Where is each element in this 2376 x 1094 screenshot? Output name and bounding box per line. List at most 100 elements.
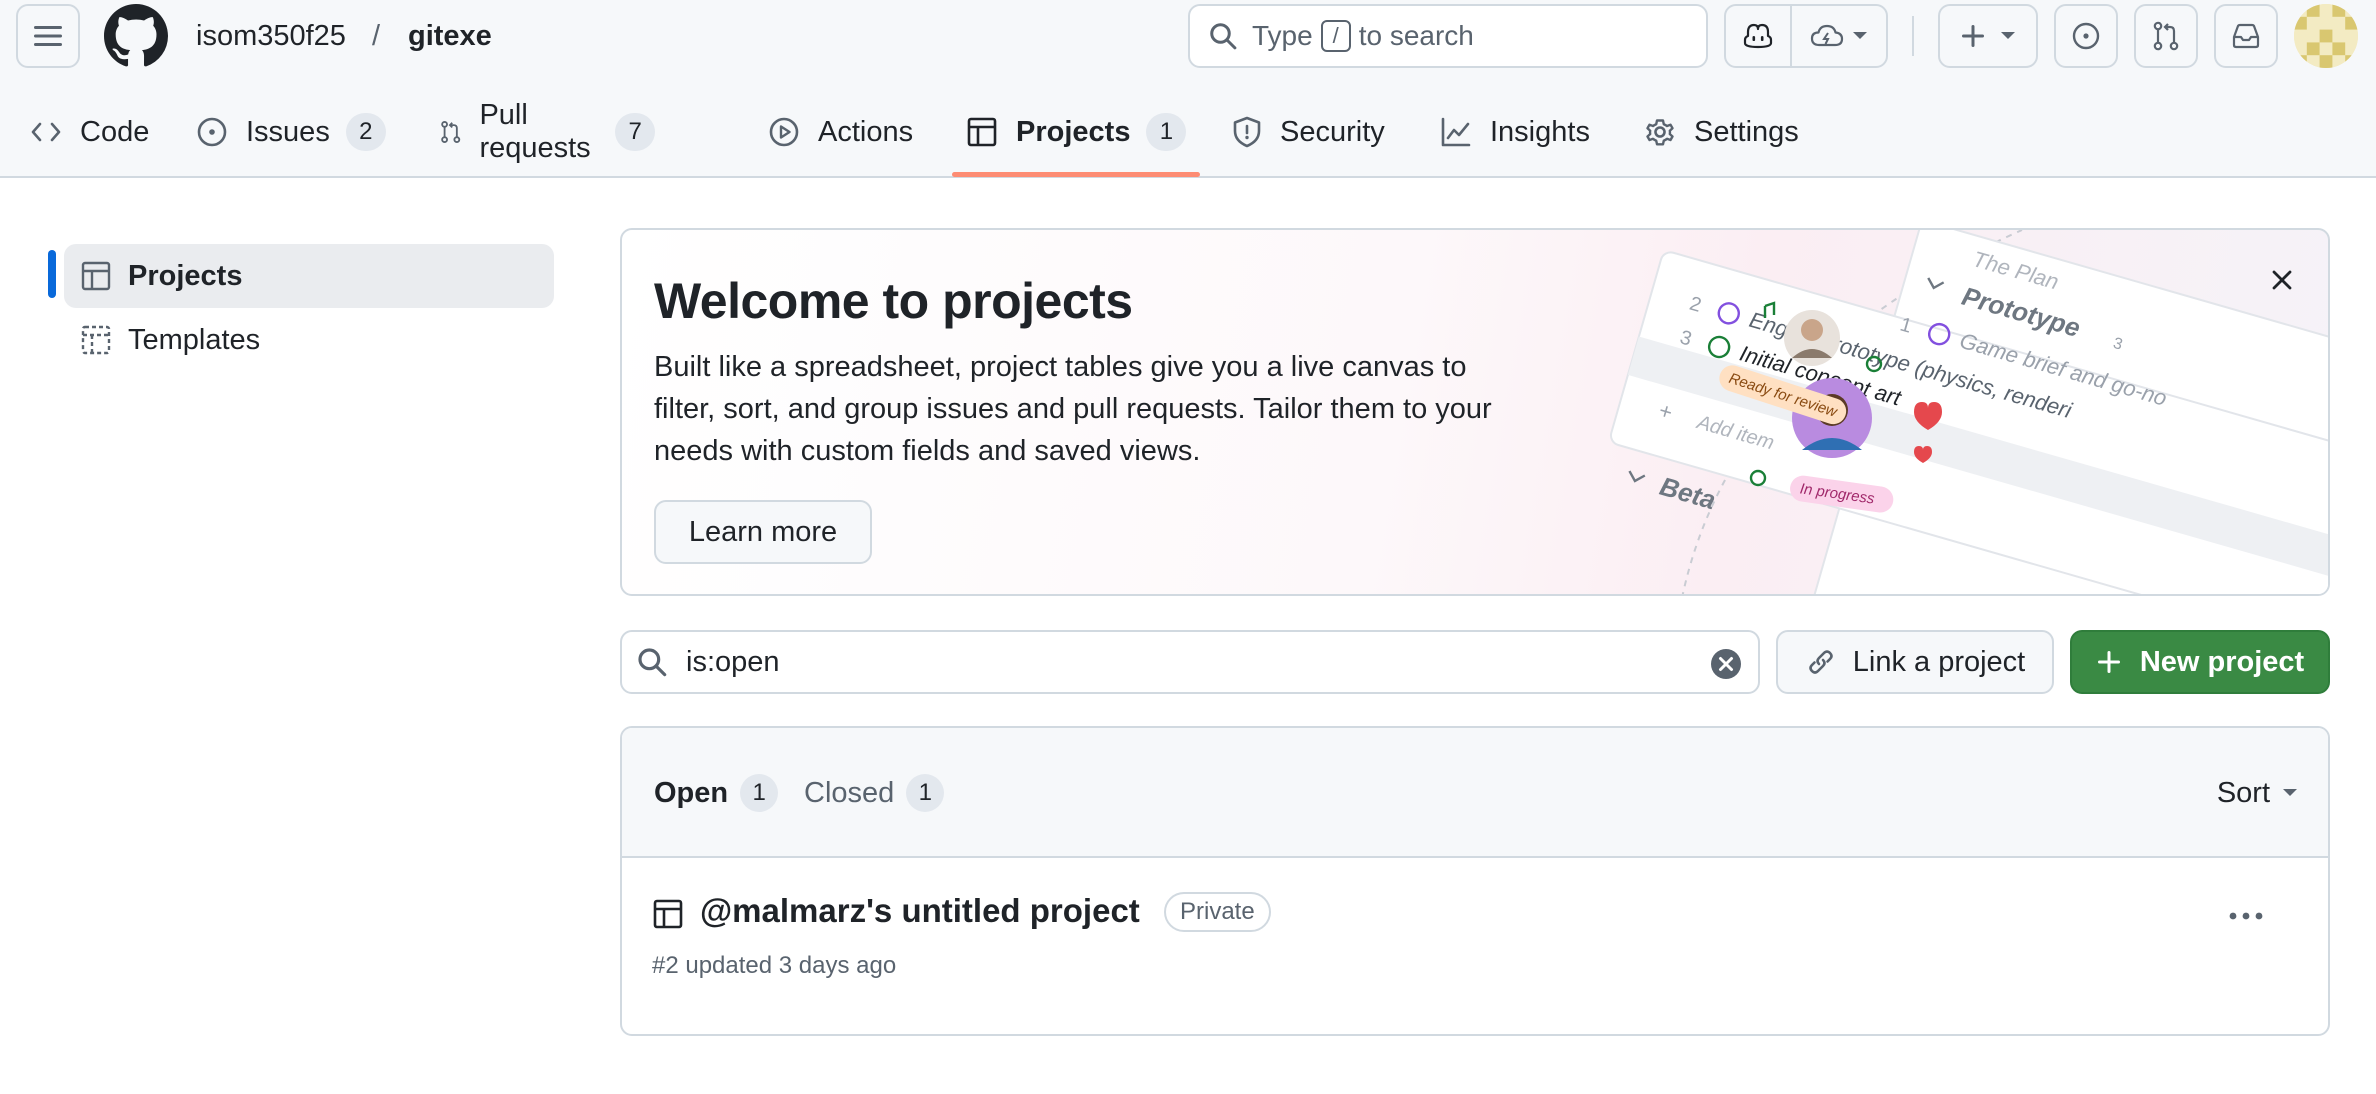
search-icon bbox=[638, 648, 667, 677]
chevron-down-icon bbox=[1853, 32, 1867, 39]
template-icon bbox=[81, 325, 111, 355]
kebab-horizontal-icon bbox=[2229, 912, 2263, 920]
issue-icon bbox=[197, 117, 227, 147]
tab-actions-label: Actions bbox=[818, 115, 914, 148]
dismiss-banner-button[interactable] bbox=[2262, 260, 2302, 300]
closed-count: 1 bbox=[906, 774, 945, 812]
table-icon bbox=[967, 117, 997, 147]
new-project-label: New project bbox=[2139, 645, 2305, 678]
your-issues-button[interactable] bbox=[2054, 4, 2118, 68]
notifications-button[interactable] bbox=[2214, 4, 2278, 68]
new-project-button[interactable]: New project bbox=[2070, 630, 2330, 694]
header-separator bbox=[1912, 16, 1914, 56]
tab-issues[interactable]: Issues 2 bbox=[196, 100, 386, 164]
link-project-label: Link a project bbox=[1852, 645, 2026, 678]
banner-illustration: The Plan Prototype 3 1 Game brief and go… bbox=[1609, 230, 2328, 594]
tab-settings-label: Settings bbox=[1694, 115, 1799, 148]
breadcrumb-separator: / bbox=[372, 20, 381, 52]
projects-list-header: Open 1 Closed 1 Sort bbox=[622, 728, 2328, 858]
hamburger-icon bbox=[34, 26, 62, 46]
sidebar-item-label: Projects bbox=[128, 259, 243, 292]
table-icon bbox=[653, 899, 683, 929]
copilot-button-group bbox=[1724, 4, 1888, 68]
tab-security[interactable]: Security bbox=[1232, 100, 1385, 164]
cloud-agent-icon bbox=[1810, 24, 1844, 47]
close-icon bbox=[2272, 270, 2292, 290]
search-icon bbox=[1210, 23, 1237, 50]
tab-insights-label: Insights bbox=[1490, 115, 1590, 148]
tab-insights[interactable]: Insights bbox=[1440, 100, 1590, 164]
search-prefix: Type bbox=[1252, 20, 1313, 51]
tab-projects[interactable]: Projects 1 bbox=[966, 100, 1187, 164]
inbox-icon bbox=[2232, 23, 2260, 49]
banner-description: Built like a spreadsheet, project tables… bbox=[654, 351, 1492, 467]
project-title-link[interactable]: @malmarz's untitled project bbox=[700, 892, 1140, 930]
play-icon bbox=[769, 117, 799, 147]
search-shortcut-key: / bbox=[1320, 20, 1351, 52]
github-mark-icon bbox=[104, 4, 168, 67]
identicon-avatar bbox=[2294, 4, 2358, 68]
closed-label: Closed bbox=[804, 776, 895, 809]
projects-filter-input[interactable]: is:open bbox=[620, 630, 1760, 694]
tab-code-label: Code bbox=[80, 115, 150, 148]
copilot-button[interactable] bbox=[1726, 6, 1790, 66]
banner-title: Welcome to projects bbox=[654, 273, 1133, 329]
graph-icon bbox=[1441, 117, 1471, 147]
shield-icon bbox=[1233, 116, 1261, 148]
chevron-down-icon bbox=[2283, 789, 2297, 796]
copilot-icon bbox=[1743, 23, 1773, 49]
breadcrumb-owner[interactable]: isom350f25 bbox=[196, 16, 346, 56]
link-project-button[interactable]: Link a project bbox=[1776, 630, 2054, 694]
gear-icon bbox=[1646, 119, 1674, 146]
tab-issues-label: Issues bbox=[246, 115, 330, 148]
top-bar: isom350f25 / gitexe Type / to search bbox=[0, 0, 2376, 72]
learn-more-button[interactable]: Learn more bbox=[654, 500, 872, 564]
tab-code[interactable]: Code bbox=[30, 100, 149, 164]
sort-dropdown[interactable]: Sort bbox=[2217, 772, 2298, 814]
global-search[interactable]: Type / to search bbox=[1188, 4, 1708, 68]
sidebar-item-label: Templates bbox=[128, 323, 261, 356]
chevron-down-icon bbox=[2001, 32, 2015, 39]
code-icon bbox=[31, 122, 61, 142]
tab-security-label: Security bbox=[1280, 115, 1385, 148]
sidebar-item-templates[interactable]: Templates bbox=[64, 308, 554, 372]
tab-pull-requests[interactable]: Pull requests 7 bbox=[440, 99, 656, 164]
filter-query: is:open bbox=[686, 645, 780, 678]
projects-list: Open 1 Closed 1 Sort bbox=[620, 726, 2330, 1036]
clear-filter-icon[interactable] bbox=[1710, 648, 1742, 680]
breadcrumb-repo[interactable]: gitexe bbox=[408, 16, 492, 56]
create-new-button[interactable] bbox=[1938, 4, 2038, 68]
tab-settings[interactable]: Settings bbox=[1644, 100, 1799, 164]
sidebar-item-projects[interactable]: Projects bbox=[64, 244, 554, 308]
link-icon bbox=[1808, 650, 1833, 674]
tab-issues-count: 2 bbox=[345, 113, 386, 151]
repo-header: isom350f25 / gitexe Type / to search Cod… bbox=[0, 0, 2376, 178]
closed-filter-tab[interactable]: Closed 1 bbox=[804, 772, 945, 814]
menu-button[interactable] bbox=[16, 4, 80, 68]
open-count: 1 bbox=[740, 774, 779, 812]
tab-projects-label: Projects bbox=[1016, 115, 1131, 148]
project-options-button[interactable] bbox=[2224, 894, 2268, 938]
open-label: Open bbox=[654, 776, 729, 809]
copilot-menu-button[interactable] bbox=[1792, 6, 1886, 66]
search-suffix: to search bbox=[1358, 20, 1474, 51]
welcome-banner: Welcome to projects Built like a spreads… bbox=[620, 228, 2330, 596]
issue-icon bbox=[2072, 22, 2100, 50]
selected-tab-underline bbox=[952, 172, 1200, 177]
pull-request-icon bbox=[2153, 21, 2179, 51]
table-icon bbox=[81, 261, 111, 291]
github-logo[interactable] bbox=[104, 4, 168, 68]
your-pull-requests-button[interactable] bbox=[2134, 4, 2198, 68]
sidebar-selected-indicator bbox=[48, 250, 56, 298]
plus-icon bbox=[2097, 651, 2120, 673]
tab-projects-count: 1 bbox=[1146, 113, 1187, 151]
plus-icon bbox=[1962, 25, 1984, 47]
user-avatar[interactable] bbox=[2294, 4, 2358, 68]
tab-pull-requests-count: 7 bbox=[615, 113, 656, 151]
pull-request-icon bbox=[441, 120, 461, 144]
open-filter-tab[interactable]: Open 1 bbox=[654, 772, 779, 814]
art-group-beta: Beta bbox=[1657, 471, 1719, 515]
tab-actions[interactable]: Actions bbox=[768, 100, 913, 164]
sort-label: Sort bbox=[2216, 776, 2270, 809]
tab-pull-requests-label: Pull requests bbox=[479, 99, 591, 164]
